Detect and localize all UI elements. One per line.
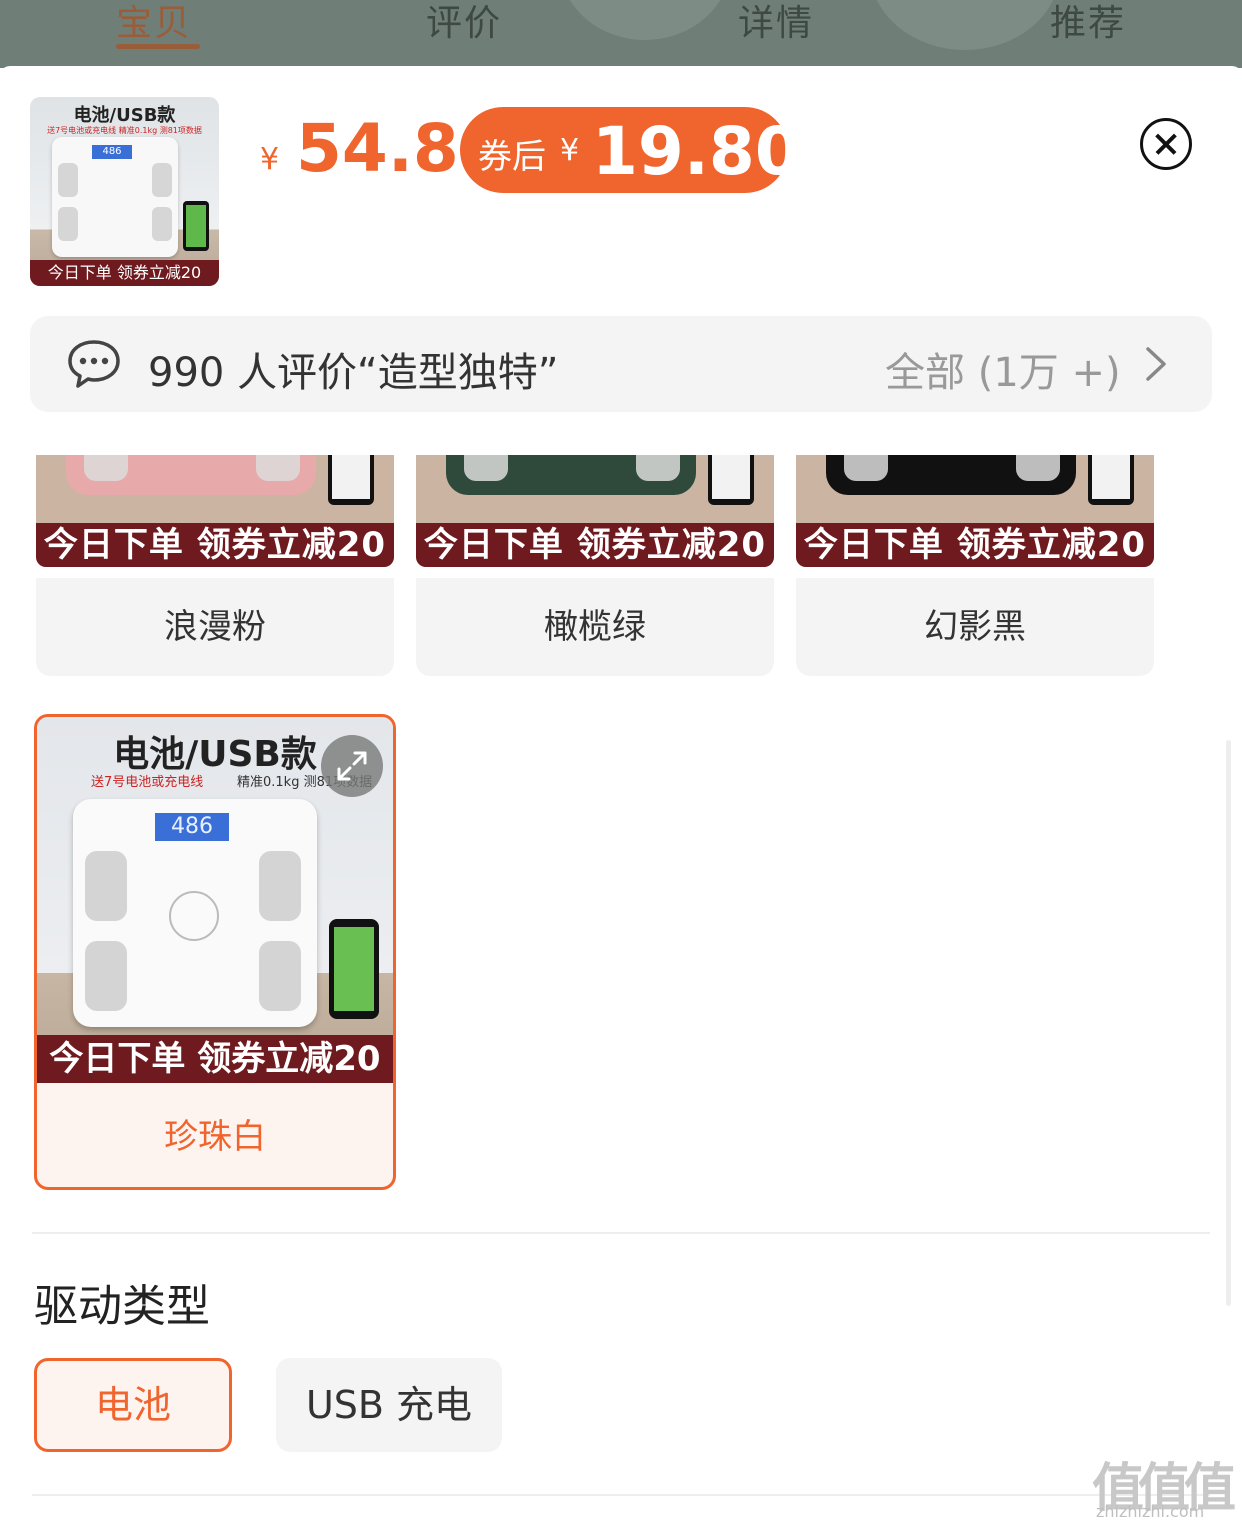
watermark: 值值值 zhizhizhi.com	[1092, 1446, 1238, 1526]
coupon-price-badge: 券后 ¥ 19.80	[460, 107, 801, 193]
scale-pad	[1016, 455, 1060, 481]
variant-promo-banner: 今日下单 领券立减20	[37, 1035, 393, 1083]
divider	[32, 1494, 1210, 1496]
tab-recommend[interactable]: 推荐	[1050, 0, 1126, 46]
price-currency: ¥	[260, 142, 280, 177]
variant-promo-banner: 今日下单 领券立减20	[796, 523, 1154, 567]
scale-logo	[169, 891, 219, 941]
active-tab-indicator	[116, 44, 200, 49]
review-all-link[interactable]: 全部 (1万 +)	[885, 340, 1121, 398]
scale-pad	[152, 163, 172, 197]
scale-pad	[259, 851, 301, 921]
phone-image	[1088, 455, 1134, 505]
tab-details[interactable]: 详情	[738, 0, 814, 46]
watermark-url: zhizhizhi.com	[1096, 1502, 1205, 1521]
scale-pad	[85, 941, 127, 1011]
scale-image: 486	[52, 137, 178, 257]
phone-image	[328, 455, 374, 505]
variant-image-pink[interactable]: 今日下单 领券立减20	[36, 455, 394, 567]
chat-bubble-icon	[68, 340, 120, 388]
review-highlight-text: 990 人评价“造型独特”	[148, 350, 559, 396]
divider	[32, 1232, 1210, 1234]
scale-pad	[84, 455, 128, 481]
drive-option-battery[interactable]: 电池	[34, 1358, 232, 1452]
scale-pad	[256, 455, 300, 481]
scale-pad	[259, 941, 301, 1011]
background-shape	[560, 0, 730, 40]
variant-option-label: 珍珠白	[164, 1117, 266, 1157]
expand-icon[interactable]	[321, 735, 383, 797]
scale-image: 486	[73, 799, 317, 1027]
variant-option-green[interactable]: 橄榄绿	[416, 578, 774, 676]
thumb-subtitle: 送7号电池或充电线 精准0.1kg 测81项数据	[47, 126, 202, 135]
scale-pad	[464, 455, 508, 481]
tab-reviews[interactable]: 评价	[426, 0, 502, 46]
scale-pad	[152, 207, 172, 241]
scale-lcd: 486	[92, 145, 132, 159]
coupon-label: 券后	[478, 137, 546, 177]
thumb-promo-banner: 今日下单 领券立减20	[30, 260, 219, 286]
close-icon[interactable]	[1140, 118, 1192, 170]
phone-image	[329, 919, 379, 1019]
drive-type-title: 驱动类型	[34, 1281, 210, 1332]
variant-image-green[interactable]: 今日下单 领券立减20	[416, 455, 774, 567]
phone-image	[183, 201, 209, 251]
background-shape	[870, 0, 1060, 50]
variant-image-black[interactable]: 今日下单 领券立减20	[796, 455, 1154, 567]
variant-option-pink[interactable]: 浪漫粉	[36, 578, 394, 676]
price-value: 54.8	[296, 110, 459, 187]
scale-pad	[844, 455, 888, 481]
scale-pad	[85, 851, 127, 921]
variant-option-black[interactable]: 幻影黑	[796, 578, 1154, 676]
variant-option-white-selected[interactable]: 电池/USB款 送7号电池或充电线 精准0.1kg 测81项数据 486 今日下…	[34, 714, 396, 1190]
coupon-currency: ¥	[560, 133, 580, 168]
review-summary-bar[interactable]: 990 人评价“造型独特” 全部 (1万 +)	[30, 316, 1212, 412]
phone-image	[708, 455, 754, 505]
scale-lcd: 486	[155, 813, 229, 841]
variant-promo-banner: 今日下单 领券立减20	[36, 523, 394, 567]
scale-pad	[58, 163, 78, 197]
top-nav: 宝贝 评价 详情 推荐	[0, 0, 1242, 68]
chevron-right-icon	[1146, 347, 1166, 381]
coupon-price-value: 19.80	[592, 113, 801, 190]
thumb-title: 电池/USB款	[73, 105, 176, 126]
scale-pad	[58, 207, 78, 241]
scale-pad	[636, 455, 680, 481]
tab-baobei[interactable]: 宝贝	[116, 0, 192, 46]
drive-option-usb[interactable]: USB 充电	[276, 1358, 502, 1452]
variant-row: 今日下单 领券立减20 今日下单 领券立减20 今日下单 领券立减20	[0, 455, 1242, 570]
variant-image-subtitle-red: 送7号电池或充电线	[91, 775, 204, 790]
product-thumbnail[interactable]: 电池/USB款 送7号电池或充电线 精准0.1kg 测81项数据 486 今日下…	[30, 97, 219, 286]
scrollbar[interactable]	[1226, 740, 1231, 1306]
variant-promo-banner: 今日下单 领券立减20	[416, 523, 774, 567]
